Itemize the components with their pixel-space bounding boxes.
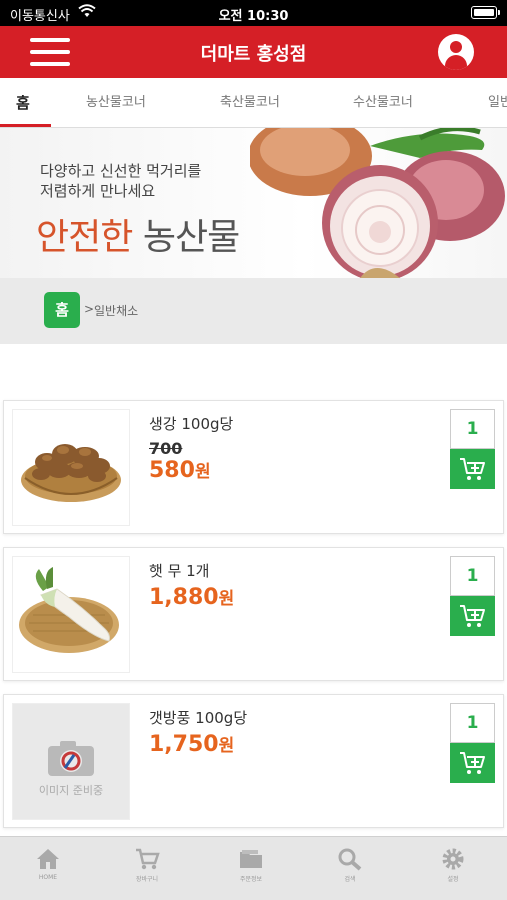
product-card[interactable]: 이미지 준비중 갯방풍 100g당 1,750원 1 — [3, 694, 504, 828]
battery-icon — [471, 6, 500, 19]
breadcrumb-home-button[interactable]: 홈 — [44, 292, 80, 328]
product-image-radish[interactable] — [12, 556, 130, 673]
product-price-value: 1,750 — [149, 732, 219, 757]
status-bar: 이동통신사 오전 10:30 — [0, 0, 507, 26]
nav-cart[interactable]: 장바구니 — [117, 847, 177, 883]
bottom-nav: HOME 장바구니 주문정보 검색 설정 — [0, 836, 507, 900]
product-price-value: 1,880 — [149, 585, 219, 610]
breadcrumb-separator: > — [84, 302, 95, 316]
active-tab-indicator — [0, 124, 51, 127]
camera-icon — [48, 741, 94, 776]
tab-general[interactable]: 일반 — [488, 78, 507, 127]
product-price: 580원 — [149, 457, 211, 483]
breadcrumb: 홈 > 일반채소 — [0, 278, 507, 344]
onion-illustration — [250, 128, 505, 278]
product-name: 햇 무 1개 — [149, 562, 210, 580]
banner-line-1: 다양하고 신선한 먹거리를 — [40, 162, 202, 180]
product-image-placeholder[interactable]: 이미지 준비중 — [12, 703, 130, 820]
add-to-cart-button[interactable] — [450, 449, 495, 489]
nav-settings[interactable]: 설정 — [423, 847, 483, 883]
category-tabs: 홈 농산물코너 축산물코너 수산물코너 일반 — [0, 78, 507, 128]
product-original-price: 700 — [149, 439, 183, 458]
status-time: 오전 10:30 — [218, 9, 289, 24]
banner-headline: 안전한 농산물 — [36, 208, 240, 260]
user-profile-icon[interactable] — [438, 34, 474, 70]
quantity-input[interactable]: 1 — [450, 703, 495, 743]
quantity-input[interactable]: 1 — [450, 409, 495, 449]
cart-icon — [136, 848, 160, 870]
nav-search[interactable]: 검색 — [320, 847, 380, 883]
nav-home[interactable]: HOME — [18, 847, 78, 881]
nav-order-info[interactable]: 주문정보 — [221, 847, 281, 883]
banner-line-2: 저렴하게 만나세요 — [40, 182, 156, 200]
add-cart-icon — [460, 752, 485, 774]
tab-produce[interactable]: 농산물코너 — [86, 78, 146, 127]
product-price-currency: 원 — [194, 462, 211, 482]
product-price: 1,750원 — [149, 731, 234, 757]
product-price: 1,880원 — [149, 584, 234, 610]
product-price-value: 580 — [149, 458, 195, 483]
app-header: 더마트 홍성점 — [0, 26, 507, 78]
breadcrumb-current: 일반채소 — [94, 304, 139, 318]
folder-icon — [240, 850, 262, 868]
add-cart-icon — [460, 605, 485, 627]
product-card[interactable]: 생강 100g당 700 580원 1 — [3, 400, 504, 534]
nav-search-label: 검색 — [344, 876, 356, 883]
home-icon — [37, 849, 59, 869]
nav-cart-label: 장바구니 — [135, 876, 159, 883]
tab-seafood[interactable]: 수산물코너 — [353, 78, 413, 127]
image-placeholder-text: 이미지 준비중 — [38, 784, 104, 797]
add-cart-icon — [460, 458, 485, 480]
search-icon — [338, 848, 362, 871]
product-name: 갯방풍 100g당 — [149, 709, 248, 727]
tab-meat[interactable]: 축산물코너 — [220, 78, 280, 127]
product-list: 생강 100g당 700 580원 1 햇 무 1개 1,880원 1 이미지 … — [0, 344, 507, 836]
nav-home-label: HOME — [38, 874, 58, 881]
add-to-cart-button[interactable] — [450, 743, 495, 783]
nav-settings-label: 설정 — [447, 876, 459, 883]
banner-headline-main: 농산물 — [142, 217, 240, 258]
nav-order-info-label: 주문정보 — [239, 876, 263, 883]
promo-banner[interactable]: 다양하고 신선한 먹거리를 저렴하게 만나세요 안전한 농산물 — [0, 128, 507, 278]
product-name: 생강 100g당 — [149, 415, 234, 433]
add-to-cart-button[interactable] — [450, 596, 495, 636]
product-price-currency: 원 — [218, 736, 235, 756]
gear-icon — [442, 848, 464, 870]
store-title: 더마트 홍성점 — [200, 44, 307, 65]
quantity-input[interactable]: 1 — [450, 556, 495, 596]
tab-home[interactable]: 홈 — [16, 78, 30, 127]
product-card[interactable]: 햇 무 1개 1,880원 1 — [3, 547, 504, 681]
banner-headline-accent: 안전한 — [36, 217, 133, 258]
product-price-currency: 원 — [218, 589, 235, 609]
product-image-ginger[interactable] — [12, 409, 130, 526]
